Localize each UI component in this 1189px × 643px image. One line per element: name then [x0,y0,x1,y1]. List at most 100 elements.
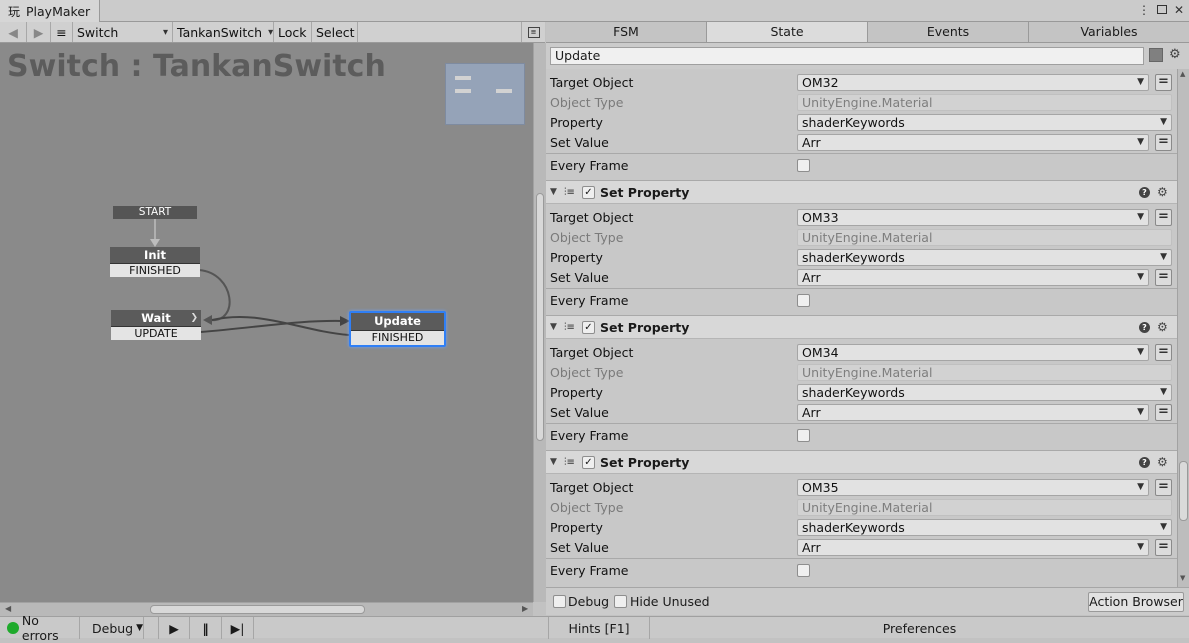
field-label: Every Frame [550,292,629,308]
state-color-swatch[interactable] [1149,48,1163,62]
menu-list-icon[interactable]: ≡ [51,22,73,42]
action-drag-icon[interactable]: ⫶≡ [564,187,575,198]
field-label: Set Value [550,404,609,420]
action-header[interactable]: ▼ ⫶≡ ✓ Set Property ? ⚙ [546,450,1177,474]
close-icon[interactable]: ✕ [1172,3,1186,17]
action-drag-icon[interactable]: ⫶≡ [564,457,575,468]
action-browser-button[interactable]: Action Browser [1088,592,1184,612]
debug-checkbox[interactable] [553,595,566,608]
select-button[interactable]: Select [312,22,358,42]
object-select-label: TankanSwitch [177,24,263,40]
collapse-triangle-icon[interactable]: ▼ [550,322,557,332]
state-node-event[interactable]: FINISHED [110,263,200,277]
state-name-input[interactable]: Update [550,47,1144,65]
tab-variables[interactable]: Variables [1029,22,1189,42]
every-frame-checkbox[interactable] [797,293,810,307]
property-dropdown[interactable]: shaderKeywords ▼ [797,113,1172,131]
action-header[interactable]: ▼ ⫶≡ ✓ Set Property ? ⚙ [546,180,1177,204]
collapse-triangle-icon[interactable]: ▼ [550,187,557,197]
play-button[interactable]: ▶ [158,617,190,639]
action-drag-icon[interactable]: ⫶≡ [564,322,575,333]
hints-button[interactable]: Hints [F1] [548,617,650,639]
help-icon[interactable]: ? [1139,456,1150,468]
transition-handle-icon[interactable]: ❯ [190,310,198,326]
target-object-dropdown[interactable]: OM32 ▼ [797,73,1149,91]
property-dropdown[interactable]: shaderKeywords ▼ [797,248,1172,266]
target-object-row: Target Object OM32 ▼ = [546,72,1177,92]
playmaker-icon: 玩 [8,5,21,19]
variable-toggle-button[interactable]: = [1155,343,1172,361]
field-label: Object Type [550,229,624,245]
set-value-dropdown[interactable]: Arr ▼ [797,538,1149,556]
step-button[interactable]: ▶| [222,617,254,639]
maximize-icon[interactable] [1155,3,1169,17]
state-name-bar: Update ⚙ [546,43,1189,69]
playmaker-window-tab[interactable]: 玩 PlayMaker [0,0,100,23]
preferences-button[interactable]: Preferences [650,617,1189,639]
collapse-triangle-icon[interactable]: ▼ [550,457,557,467]
debug-mode-dropdown[interactable]: Debug ▼ [86,617,144,639]
field-label: Every Frame [550,157,629,173]
back-arrow-icon[interactable]: ◀ [0,22,27,42]
set-value-row: Set Value Arr ▼ = [546,267,1177,287]
actions-vertical-scrollbar[interactable]: ▲ ▼ [1177,69,1189,587]
inspector-bottom-bar: Debug Hide Unused Action Browser [546,587,1189,615]
action-settings-gear-icon[interactable]: ⚙ [1157,185,1168,199]
tab-state[interactable]: State [707,22,868,42]
variable-toggle-button[interactable]: = [1155,403,1172,421]
lock-button[interactable]: Lock [274,22,312,42]
action-settings-gear-icon[interactable]: ⚙ [1157,455,1168,469]
graph-vertical-scrollbar[interactable] [533,43,546,602]
start-node[interactable]: START [113,206,197,219]
state-node-update[interactable]: Update FINISHED [349,311,446,347]
object-type-field: UnityEngine.Material [797,228,1172,246]
variable-toggle-button[interactable]: = [1155,538,1172,556]
action-header[interactable]: ▼ ⫶≡ ✓ Set Property ? ⚙ [546,315,1177,339]
variable-toggle-button[interactable]: = [1155,73,1172,91]
property-dropdown[interactable]: shaderKeywords ▼ [797,383,1172,401]
help-icon[interactable]: ? [1139,321,1150,333]
set-value-dropdown[interactable]: Arr ▼ [797,133,1149,151]
state-node-event[interactable]: UPDATE [111,326,201,340]
forward-arrow-icon[interactable]: ▶ [27,22,51,42]
graph-toolbar: ◀ ▶ ≡ Switch TankanSwitch Lock Select ≡ [0,22,545,43]
variable-toggle-button[interactable]: = [1155,478,1172,496]
graph-settings-icon[interactable]: ≡ [521,22,545,42]
action-settings-gear-icon[interactable]: ⚙ [1157,320,1168,334]
state-node-event[interactable]: FINISHED [351,330,444,345]
action-title: Set Property [600,184,690,200]
graph-horizontal-scrollbar[interactable]: ◀ ▶ [0,602,533,616]
field-label: Set Value [550,539,609,555]
every-frame-checkbox[interactable] [797,158,810,172]
help-icon[interactable]: ? [1139,186,1150,198]
tab-events[interactable]: Events [868,22,1029,42]
set-value-dropdown[interactable]: Arr ▼ [797,268,1149,286]
target-object-dropdown[interactable]: OM34 ▼ [797,343,1149,361]
set-value-dropdown[interactable]: Arr ▼ [797,403,1149,421]
object-select-dropdown[interactable]: TankanSwitch [173,22,274,42]
hide-unused-checkbox[interactable] [614,595,627,608]
fsm-select-dropdown[interactable]: Switch [73,22,173,42]
state-node-wait[interactable]: Wait ❯ UPDATE [111,310,201,340]
action-enabled-checkbox[interactable]: ✓ [582,186,595,199]
target-object-dropdown[interactable]: OM35 ▼ [797,478,1149,496]
settings-gear-icon[interactable]: ⚙ [1169,47,1181,62]
variable-toggle-button[interactable]: = [1155,268,1172,286]
error-status[interactable]: No errors [0,613,80,643]
variable-toggle-button[interactable]: = [1155,208,1172,226]
every-frame-checkbox[interactable] [797,563,810,577]
variable-toggle-button[interactable]: = [1155,133,1172,151]
tab-fsm[interactable]: FSM [546,22,707,42]
action-enabled-checkbox[interactable]: ✓ [582,456,595,469]
more-options-icon[interactable]: ⋮ [1137,3,1151,17]
fsm-graph-canvas[interactable]: Switch : TankanSwitch START Init FINISHE… [0,43,533,602]
every-frame-checkbox[interactable] [797,428,810,442]
field-label: Property [550,519,603,535]
object-type-row: Object Type UnityEngine.Material [546,362,1177,382]
pause-button[interactable]: ‖ [190,617,222,639]
action-enabled-checkbox[interactable]: ✓ [582,321,595,334]
target-object-dropdown[interactable]: OM33 ▼ [797,208,1149,226]
state-node-init[interactable]: Init FINISHED [110,247,200,277]
property-dropdown[interactable]: shaderKeywords ▼ [797,518,1172,536]
property-row: Property shaderKeywords ▼ [546,517,1177,537]
